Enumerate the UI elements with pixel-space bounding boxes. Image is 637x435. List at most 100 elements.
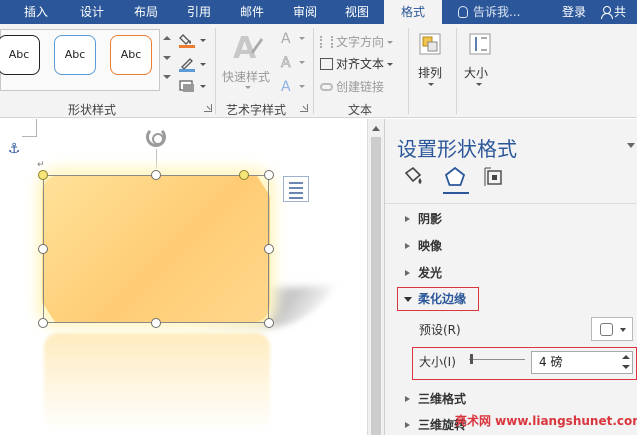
align-text-button[interactable]: 对齐文本 — [320, 55, 394, 72]
text-effects-icon: A — [281, 79, 291, 95]
quick-styles-label: 快速样式 — [222, 70, 271, 84]
adjust-handle-right[interactable] — [239, 170, 249, 180]
ribbon: Abc Abc Abc 形状样式 A 快速样式 A A A 艺术字样式 文字方向… — [0, 24, 637, 118]
align-text-icon — [320, 58, 333, 70]
fill-line-tab[interactable] — [401, 165, 425, 189]
shape-reflection — [44, 333, 270, 433]
expand-arrow-icon — [405, 270, 410, 276]
vertical-scrollbar[interactable] — [367, 119, 384, 435]
size-stepper[interactable] — [620, 352, 632, 373]
person-icon — [600, 6, 613, 19]
text-fill-icon: A — [281, 31, 291, 47]
expand-arrow-icon — [405, 243, 410, 249]
resize-handle-right[interactable] — [264, 244, 274, 254]
shape-style-sample-2[interactable]: Abc — [54, 35, 96, 75]
align-text-label: 对齐文本 — [336, 57, 385, 71]
watermark: 亮术网 www.liangshunet.com — [455, 414, 637, 428]
expand-arrow-icon — [405, 216, 410, 222]
layout-options-icon-line — [289, 187, 303, 189]
text-effects-button[interactable]: A — [280, 78, 308, 96]
resize-handle-bottom[interactable] — [151, 318, 161, 328]
document-canvas[interactable]: ⚓ ↵ — [0, 119, 367, 435]
resize-handle-top-right[interactable] — [264, 170, 274, 180]
arrange-label: 排列 — [418, 66, 443, 80]
section-soft-edges-label: 柔化边缘 — [418, 292, 467, 306]
tab-review[interactable]: 审阅 — [279, 0, 331, 24]
rotate-handle-icon[interactable] — [146, 127, 166, 147]
stepper-down-icon[interactable] — [622, 365, 630, 369]
scroll-up-icon[interactable] — [372, 126, 380, 131]
svg-text:A: A — [281, 79, 291, 94]
pen-outline-icon — [179, 58, 195, 72]
resize-handle-left[interactable] — [38, 244, 48, 254]
resize-handle-bottom-right[interactable] — [264, 318, 274, 328]
svg-text:A: A — [281, 55, 291, 70]
ribbon-tab-bar: 插入 设计 布局 引用 邮件 审阅 视图 格式 告诉我... 登录 共 — [0, 0, 637, 24]
tab-references[interactable]: 引用 — [173, 0, 225, 24]
chevron-down-icon — [387, 63, 394, 66]
collapse-arrow-icon — [404, 297, 412, 302]
text-outline-button[interactable]: A — [280, 54, 308, 72]
size-label: 大小(I) — [419, 355, 456, 369]
page-margin-corner — [22, 119, 37, 137]
text-direction-button[interactable]: 文字方向 — [320, 33, 394, 50]
create-link-button[interactable]: 创建链接 — [320, 78, 384, 95]
chevron-down-icon — [200, 39, 206, 42]
shape-style-sample-3[interactable]: Abc — [110, 35, 152, 75]
paragraph-mark: ↵ — [37, 160, 45, 170]
resize-handle-bottom-left[interactable] — [38, 318, 48, 328]
section-3d-format-label: 三维格式 — [418, 392, 467, 406]
tab-insert[interactable]: 插入 — [10, 0, 62, 24]
layout-options-icon-line — [289, 192, 303, 194]
chevron-down-icon — [476, 83, 482, 86]
layout-options-button[interactable] — [283, 176, 309, 202]
gallery-scroll[interactable] — [159, 29, 173, 91]
size-input[interactable]: 4 磅 — [531, 351, 633, 374]
paint-bucket-icon — [179, 34, 195, 48]
login-button[interactable]: 登录 — [562, 0, 586, 24]
text-fill-button[interactable]: A — [280, 30, 308, 48]
link-icon — [320, 83, 333, 91]
text-outline-icon: A — [281, 55, 292, 72]
shape-style-sample-1[interactable]: Abc — [0, 35, 40, 75]
shape-outline-button[interactable] — [179, 56, 206, 74]
art-styles-launcher-icon[interactable] — [300, 104, 308, 112]
arrange-button[interactable]: 排列 — [412, 30, 450, 90]
anchor-icon[interactable]: ⚓ — [7, 141, 21, 157]
adjust-handle-left[interactable] — [38, 170, 48, 180]
shape-fill-button[interactable] — [179, 32, 206, 50]
layout-properties-tab[interactable] — [482, 165, 506, 189]
chevron-down-icon — [200, 85, 206, 88]
effects-tab[interactable] — [443, 165, 467, 189]
group-separator — [313, 28, 314, 114]
size-label: 大小 — [464, 66, 489, 80]
tab-format[interactable]: 格式 — [384, 0, 442, 24]
section-glow-label: 发光 — [418, 266, 443, 280]
active-tab-indicator — [443, 192, 469, 194]
pane-divider — [385, 203, 637, 204]
section-shadow-label: 阴影 — [418, 212, 443, 226]
pane-options-chevron-icon[interactable] — [627, 143, 635, 148]
tab-layout[interactable]: 布局 — [120, 0, 172, 24]
share-button[interactable]: 共 — [600, 0, 626, 24]
text-direction-label: 文字方向 — [336, 35, 385, 49]
resize-handle-top[interactable] — [151, 170, 161, 180]
shape-styles-launcher-icon[interactable] — [204, 104, 212, 112]
gallery-more-icon[interactable] — [163, 75, 171, 79]
stepper-up-icon[interactable] — [622, 355, 630, 359]
lightbulb-icon — [458, 6, 468, 18]
quick-styles-button[interactable]: A 快速样式 — [222, 30, 274, 90]
size-icon — [469, 33, 491, 55]
size-button[interactable]: 大小 — [460, 30, 498, 90]
tab-design[interactable]: 设计 — [66, 0, 118, 24]
preset-dropdown[interactable] — [591, 317, 633, 341]
scroll-thumb[interactable] — [371, 137, 381, 435]
shape-effects-button[interactable] — [179, 79, 206, 97]
tab-view[interactable]: 视图 — [331, 0, 383, 24]
gallery-down-icon[interactable] — [163, 56, 171, 60]
gallery-up-icon[interactable] — [163, 36, 171, 40]
size-slider-thumb[interactable] — [470, 354, 474, 364]
size-slider-track[interactable] — [469, 359, 525, 360]
tab-mailings[interactable]: 邮件 — [226, 0, 278, 24]
tell-me-search[interactable]: 告诉我... — [458, 0, 520, 24]
